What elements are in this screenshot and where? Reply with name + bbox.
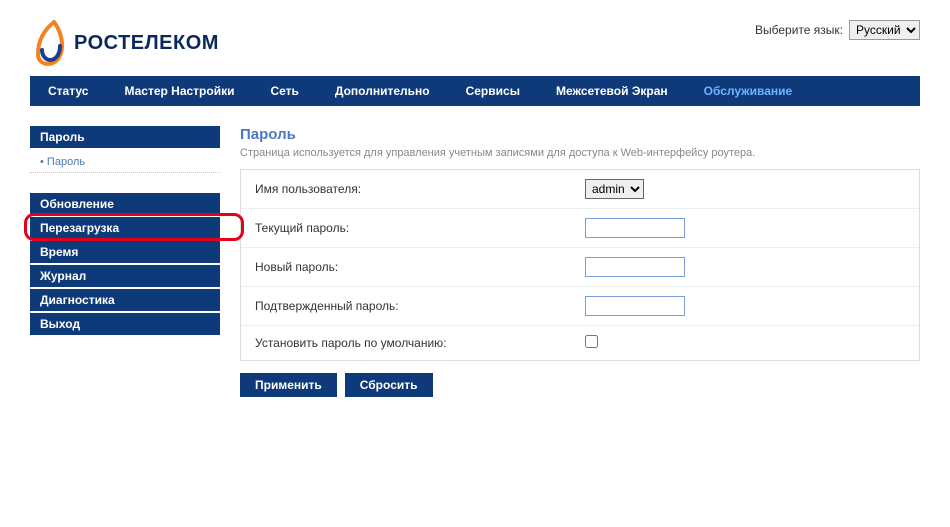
- main-nav: СтатусМастер НастройкиСетьДополнительноС…: [30, 76, 920, 106]
- language-select[interactable]: Русский: [849, 20, 920, 40]
- username-select[interactable]: admin: [585, 179, 644, 199]
- sidebar-item[interactable]: Время: [30, 241, 220, 263]
- logo-text: РОСТЕЛЕКОМ: [74, 32, 219, 55]
- sidebar-item[interactable]: Перезагрузка: [30, 217, 220, 239]
- reset-button[interactable]: Сбросить: [345, 373, 433, 397]
- confirm-password-label: Подтвержденный пароль:: [255, 299, 585, 313]
- default-password-checkbox[interactable]: [585, 335, 598, 348]
- sidebar-group-sublink[interactable]: Пароль: [30, 150, 220, 173]
- nav-item[interactable]: Дополнительно: [317, 76, 448, 106]
- form-panel: Имя пользователя: admin Текущий пароль: …: [240, 169, 920, 361]
- sidebar-item[interactable]: Журнал: [30, 265, 220, 287]
- row-username: Имя пользователя: admin: [241, 170, 919, 209]
- username-label: Имя пользователя:: [255, 182, 585, 196]
- confirm-password-input[interactable]: [585, 296, 685, 316]
- sidebar-item[interactable]: Обновление: [30, 193, 220, 215]
- current-password-label: Текущий пароль:: [255, 221, 585, 235]
- nav-item[interactable]: Статус: [30, 76, 106, 106]
- nav-item[interactable]: Сервисы: [448, 76, 538, 106]
- new-password-input[interactable]: [585, 257, 685, 277]
- current-password-input[interactable]: [585, 218, 685, 238]
- content: Пароль Страница используется для управле…: [240, 126, 920, 397]
- page-title: Пароль: [240, 126, 920, 143]
- row-confirm-password: Подтвержденный пароль:: [241, 287, 919, 326]
- sidebar: Пароль Пароль ОбновлениеПерезагрузкаВрем…: [30, 126, 220, 397]
- row-default-password: Установить пароль по умолчанию:: [241, 326, 919, 360]
- language-selector: Выберите язык: Русский: [755, 20, 920, 40]
- apply-button[interactable]: Применить: [240, 373, 337, 397]
- sidebar-group-head[interactable]: Пароль: [30, 126, 220, 148]
- row-new-password: Новый пароль:: [241, 248, 919, 287]
- rostelecom-logo-icon: [30, 20, 66, 66]
- nav-item[interactable]: Сеть: [252, 76, 316, 106]
- new-password-label: Новый пароль:: [255, 260, 585, 274]
- default-password-label: Установить пароль по умолчанию:: [255, 336, 585, 350]
- logo: РОСТЕЛЕКОМ: [30, 20, 219, 66]
- row-current-password: Текущий пароль:: [241, 209, 919, 248]
- nav-item[interactable]: Обслуживание: [686, 76, 811, 106]
- sidebar-item[interactable]: Выход: [30, 313, 220, 335]
- nav-item[interactable]: Межсетевой Экран: [538, 76, 686, 106]
- page-description: Страница используется для управления уче…: [240, 147, 920, 159]
- nav-item[interactable]: Мастер Настройки: [106, 76, 252, 106]
- language-label: Выберите язык:: [755, 23, 843, 37]
- sidebar-sublink-label[interactable]: Пароль: [40, 156, 85, 168]
- sidebar-item[interactable]: Диагностика: [30, 289, 220, 311]
